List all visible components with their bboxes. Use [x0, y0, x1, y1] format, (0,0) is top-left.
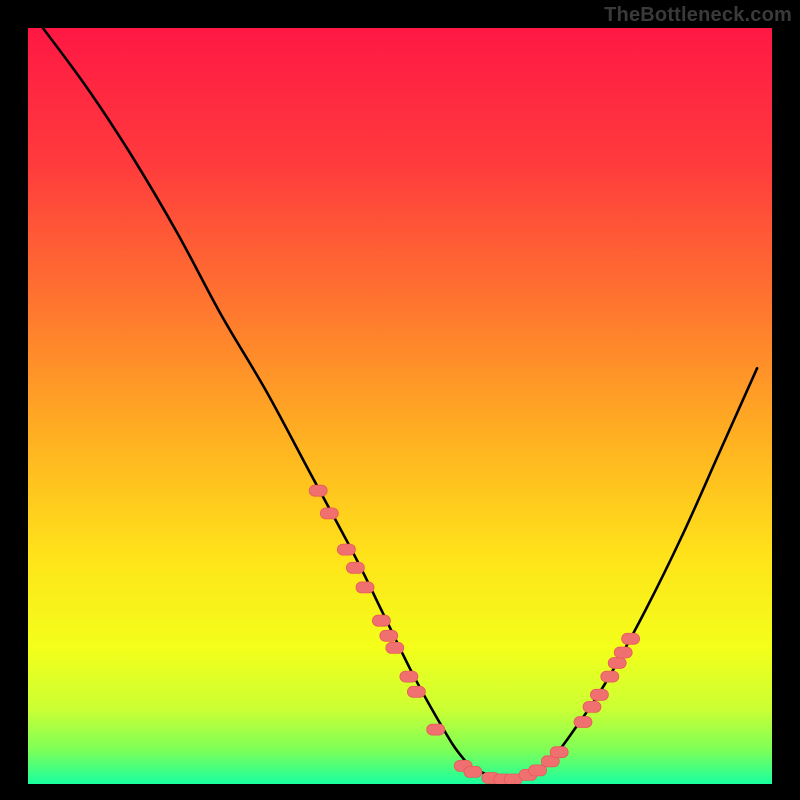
- curve-marker: [427, 724, 445, 735]
- curve-marker: [529, 765, 547, 776]
- curve-marker: [622, 633, 640, 644]
- curve-marker: [309, 485, 327, 496]
- curve-marker: [464, 766, 482, 777]
- curve-marker: [386, 642, 404, 653]
- watermark-text: TheBottleneck.com: [604, 4, 792, 27]
- curve-marker: [608, 658, 626, 669]
- curve-marker: [590, 689, 608, 700]
- bottleneck-curve-layer: [28, 28, 772, 784]
- curve-marker: [400, 671, 418, 682]
- curve-marker: [346, 562, 364, 573]
- curve-marker: [380, 630, 398, 641]
- curve-marker: [337, 544, 355, 555]
- curve-marker: [601, 671, 619, 682]
- bottleneck-curve: [43, 28, 757, 778]
- curve-marker: [320, 508, 338, 519]
- curve-marker: [574, 717, 592, 728]
- curve-marker: [407, 686, 425, 697]
- curve-marker: [583, 701, 601, 712]
- curve-marker: [372, 615, 390, 626]
- curve-marker: [614, 647, 632, 658]
- chart-frame: [28, 28, 772, 784]
- curve-markers: [309, 485, 639, 784]
- curve-marker: [550, 747, 568, 758]
- curve-marker: [356, 582, 374, 593]
